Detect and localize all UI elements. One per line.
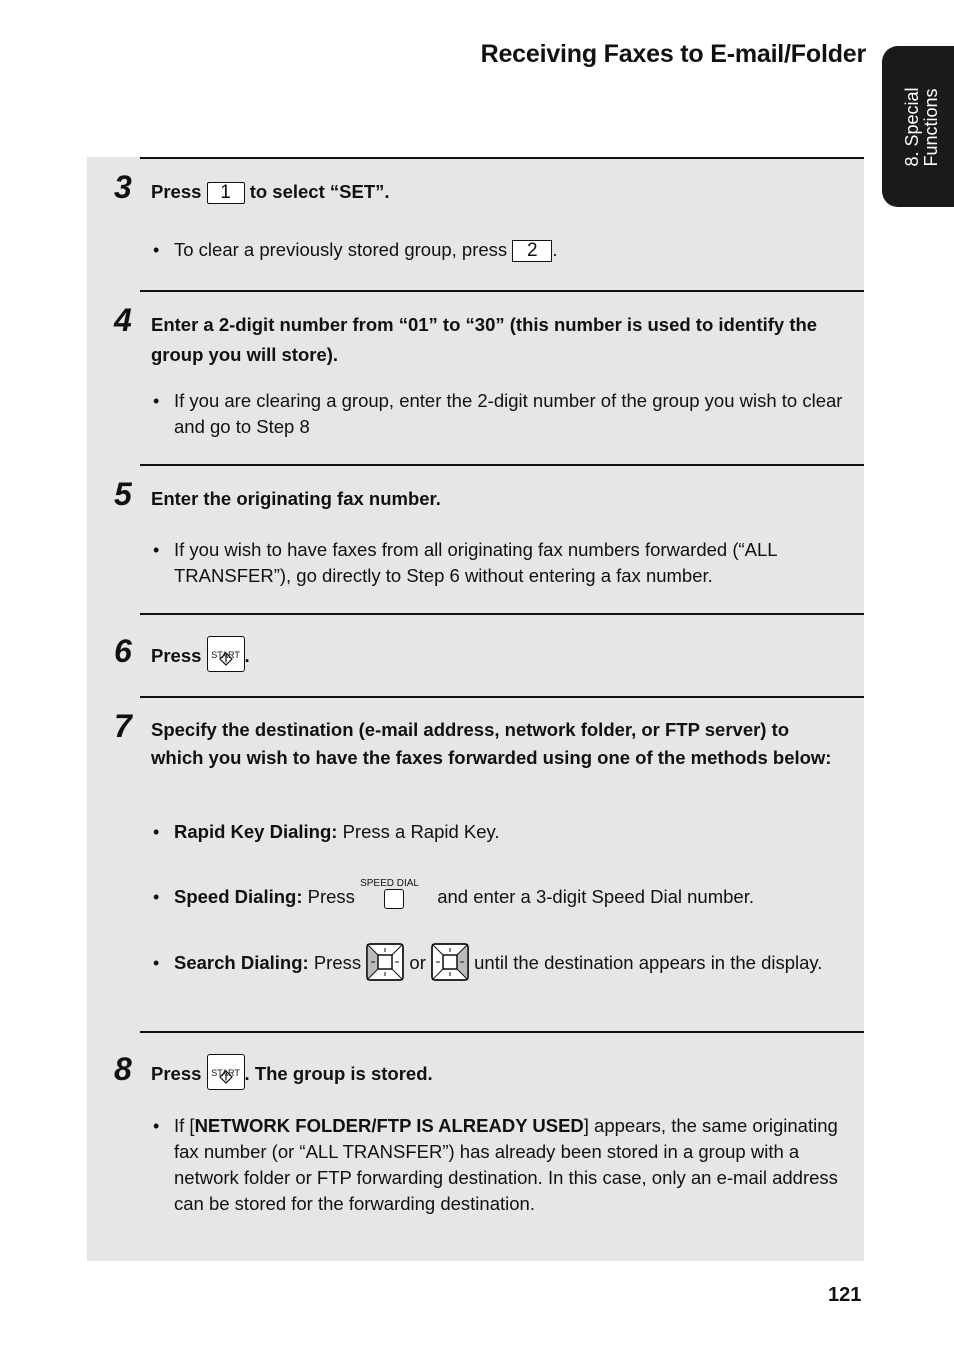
step-heading: Enter a 2-digit number from “01” to “30”… <box>151 314 818 365</box>
list-item: To clear a previously stored group, pres… <box>153 237 844 263</box>
list-item: If you are clearing a group, enter the 2… <box>153 388 844 440</box>
speed-dial-button-icon <box>384 889 405 910</box>
step-number: 7 <box>114 708 132 744</box>
list-item: Rapid Key Dialing: Press a Rapid Key. <box>153 819 844 845</box>
list-item: If you wish to have faxes from all origi… <box>153 537 844 589</box>
speed-dial-key: SPEED DIAL <box>360 878 432 910</box>
start-diamond-icon <box>218 652 233 666</box>
start-key: START <box>206 1054 245 1091</box>
search-left-key-icon <box>366 943 405 981</box>
step-heading: Press START . The group is stored. <box>151 1054 844 1091</box>
step-heading: Press START . <box>151 636 844 673</box>
key-2: 2 <box>512 240 553 263</box>
step-heading: Enter the originating fax number. <box>151 488 441 509</box>
step-heading: Press 1 to select “SET”. <box>151 181 390 205</box>
page-title: Receiving Faxes to E-mail/Folder <box>480 40 867 68</box>
chapter-tab: 8. Special Functions <box>882 46 954 207</box>
step-divider <box>140 464 864 466</box>
steps-panel: 3 Press 1 to select “SET”. To clear a pr… <box>87 157 864 1261</box>
start-key: START <box>206 636 245 673</box>
step-divider <box>140 1031 864 1033</box>
step-divider <box>140 613 864 615</box>
step-number: 4 <box>114 302 132 338</box>
step-heading: Specify the destination (e-mail address,… <box>151 719 832 768</box>
step-divider <box>140 290 864 292</box>
search-right-key-icon <box>431 943 469 981</box>
start-diamond-icon <box>218 1070 233 1084</box>
step-number: 3 <box>114 169 132 205</box>
list-item: Speed Dialing: Press SPEED DIAL and ente… <box>153 878 844 910</box>
page-number: 121 <box>828 1284 862 1306</box>
step-divider <box>140 696 864 698</box>
step-divider <box>140 157 864 159</box>
key-1: 1 <box>206 182 245 205</box>
step-number: 6 <box>114 633 132 669</box>
step-number: 5 <box>114 476 132 512</box>
list-item: If [NETWORK FOLDER/FTP IS ALREADY USED] … <box>153 1113 844 1217</box>
step-number: 8 <box>114 1051 132 1087</box>
chapter-tab-label: 8. Special Functions <box>902 86 941 167</box>
list-item: Search Dialing: Press or <box>153 943 844 981</box>
